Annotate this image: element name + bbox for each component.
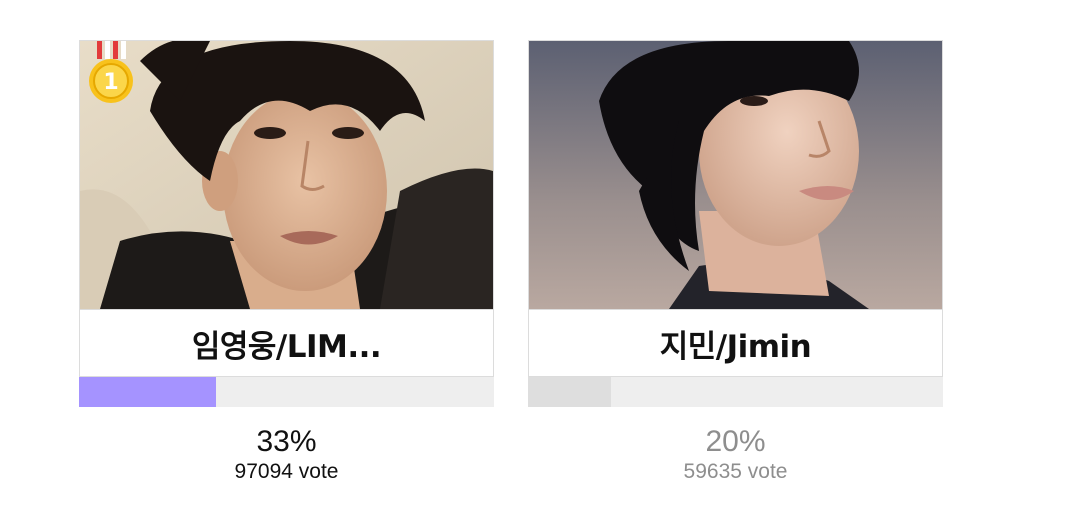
vote-count: 59635 vote	[683, 460, 788, 483]
candidate-photo-lim[interactable]: 1	[80, 41, 493, 309]
candidate-card-lim[interactable]: 1 임영웅/LIM... 33% 97094 vote	[79, 40, 494, 485]
candidate-photo-jimin[interactable]	[529, 41, 942, 309]
candidate-name: 지민/Jimin	[529, 309, 942, 376]
rank-badge-text: 1	[103, 70, 118, 95]
vote-progress-bar	[528, 377, 943, 407]
vote-count: 97094 vote	[234, 460, 339, 483]
candidate-name: 임영웅/LIM...	[80, 309, 493, 376]
candidate-frame: 1 임영웅/LIM...	[79, 40, 494, 377]
vote-progress-bar	[79, 377, 494, 407]
vote-percent: 20%	[705, 425, 766, 458]
candidate-card-jimin[interactable]: 지민/Jimin 20% 59635 vote	[528, 40, 943, 485]
candidate-frame: 지민/Jimin	[528, 40, 943, 377]
vote-progress-fill	[79, 377, 216, 407]
vote-progress-fill	[528, 377, 611, 407]
vote-percent: 33%	[256, 425, 317, 458]
gold-medal-icon: 1	[86, 41, 136, 109]
